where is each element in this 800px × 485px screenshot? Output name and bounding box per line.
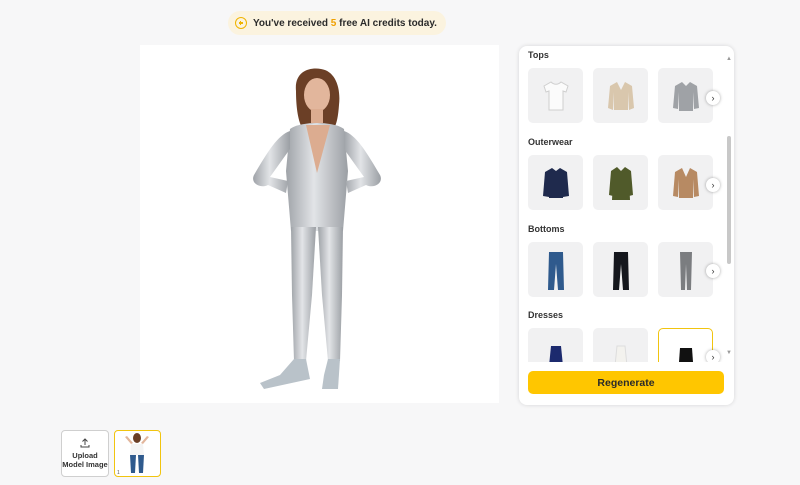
clothing-item[interactable] [528, 155, 583, 210]
model-thumbnail-image [125, 433, 149, 473]
clothing-list[interactable]: Tops › Outerwear › Bottoms › Dresses › ▲… [519, 46, 734, 362]
category-title: Tops [528, 50, 549, 60]
category-title: Bottoms [528, 224, 565, 234]
upload-icon [80, 438, 90, 448]
clothing-item[interactable] [658, 242, 713, 297]
panel-scrollbar[interactable]: ▲ ▼ [726, 56, 732, 358]
thumbnail-index: 1 [117, 470, 120, 476]
category-tops: Tops [528, 50, 713, 123]
clothing-item-selected[interactable] [658, 328, 713, 362]
upload-model-button[interactable]: Upload Model Image [61, 430, 109, 477]
clothing-item[interactable] [593, 242, 648, 297]
bottoms-next-button[interactable]: › [706, 264, 720, 278]
category-title: Outerwear [528, 137, 573, 147]
scrollbar-thumb[interactable] [727, 136, 731, 264]
credits-count: 5 [330, 17, 337, 29]
clothing-item[interactable] [658, 68, 713, 123]
regenerate-button[interactable]: Regenerate [528, 371, 724, 394]
category-dresses: Dresses [528, 310, 713, 362]
plus-circle-icon [235, 17, 247, 29]
clothing-item[interactable] [593, 328, 648, 362]
category-title: Dresses [528, 310, 564, 320]
dresses-next-button[interactable]: › [706, 350, 720, 362]
upload-label-line2: Model Image [62, 460, 108, 469]
model-thumbnail[interactable]: 1 [114, 430, 161, 477]
model-image [253, 68, 381, 389]
tops-next-button[interactable]: › [706, 91, 720, 105]
clothing-item[interactable] [593, 155, 648, 210]
clothing-item[interactable] [528, 68, 583, 123]
scroll-down-icon[interactable]: ▼ [726, 350, 732, 356]
clothing-item[interactable] [528, 328, 583, 362]
outerwear-next-button[interactable]: › [706, 178, 720, 192]
category-bottoms: Bottoms [528, 224, 713, 297]
clothing-item[interactable] [658, 155, 713, 210]
clothing-item[interactable] [528, 242, 583, 297]
credits-banner: You've received 5 free AI credits today. [228, 11, 446, 35]
scroll-up-icon[interactable]: ▲ [726, 56, 732, 62]
credits-text: You've received 5 free AI credits today. [253, 17, 437, 29]
model-preview [140, 45, 499, 403]
clothing-item[interactable] [593, 68, 648, 123]
category-outerwear: Outerwear [528, 137, 713, 210]
upload-label-line1: Upload [72, 451, 98, 460]
clothing-panel: Tops › Outerwear › Bottoms › Dresses › ▲… [519, 46, 734, 405]
